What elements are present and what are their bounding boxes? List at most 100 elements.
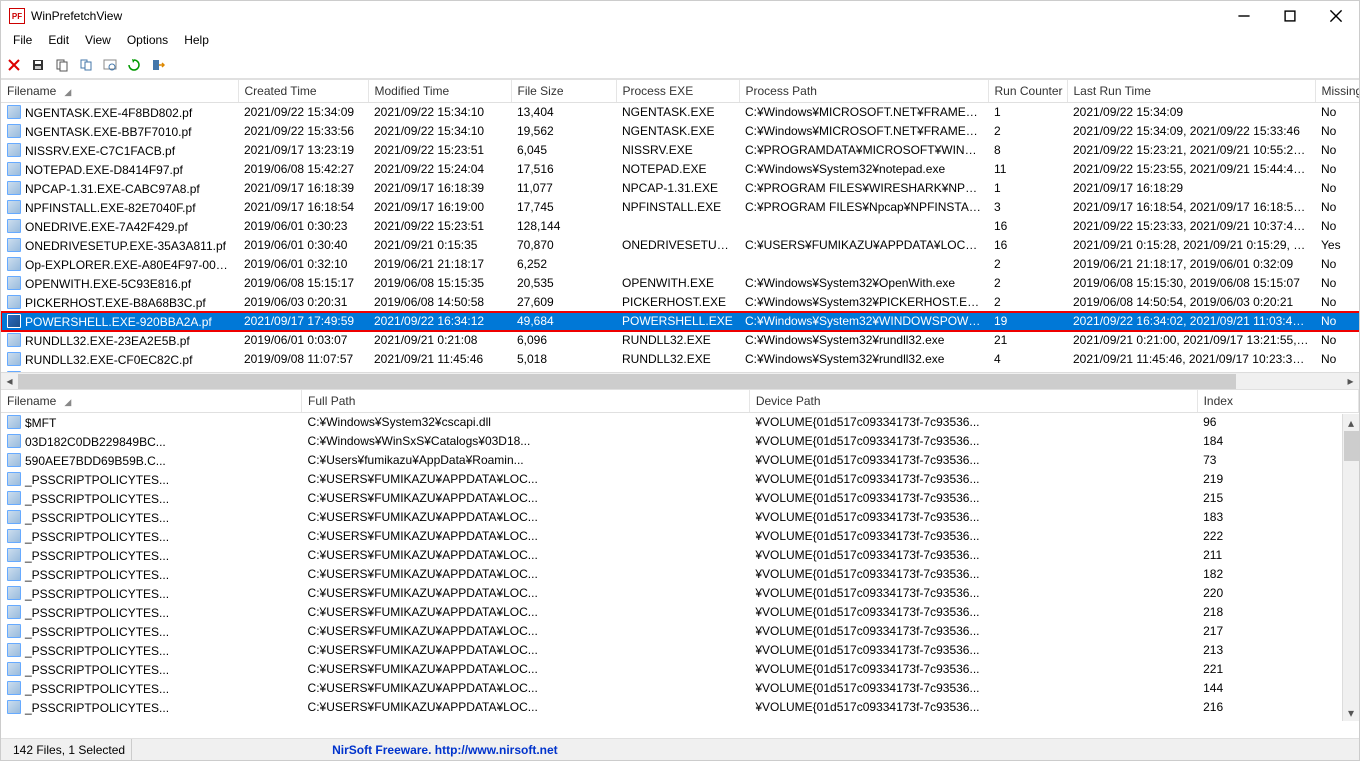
file-icon — [7, 333, 21, 347]
table-row[interactable]: _PSSCRIPTPOLICYTES...C:¥USERS¥FUMIKAZU¥A… — [1, 622, 1359, 641]
menu-view[interactable]: View — [77, 31, 119, 51]
col-filename[interactable]: Filename◢ — [1, 80, 238, 103]
cell: ¥VOLUME{01d517c09334173f-7c93536... — [749, 641, 1197, 660]
table-row[interactable]: _PSSCRIPTPOLICYTES...C:¥USERS¥FUMIKAZU¥A… — [1, 489, 1359, 508]
col-device-path[interactable]: Device Path — [749, 390, 1197, 413]
table-row[interactable]: NISSRV.EXE-C7C1FACB.pf2021/09/17 13:23:1… — [1, 141, 1359, 160]
cell: 03D182C0DB229849BC... — [1, 432, 302, 451]
table-row[interactable]: _PSSCRIPTPOLICYTES...C:¥USERS¥FUMIKAZU¥A… — [1, 679, 1359, 698]
cell: NGENTASK.EXE — [616, 103, 739, 122]
cell: NOTEPAD.EXE-D8414F97.pf — [1, 160, 238, 179]
file-icon — [7, 124, 21, 138]
cell: 2021/09/17 13:23:19 — [238, 141, 368, 160]
lower-vscrollbar[interactable]: ▴ ▾ — [1342, 414, 1359, 721]
table-row[interactable]: NGENTASK.EXE-BB7F7010.pf2021/09/22 15:33… — [1, 122, 1359, 141]
menu-file[interactable]: File — [5, 31, 40, 51]
titlebar[interactable]: PF WinPrefetchView — [1, 1, 1359, 31]
table-row[interactable]: _PSSCRIPTPOLICYTES...C:¥USERS¥FUMIKAZU¥A… — [1, 470, 1359, 489]
cell: 2021/09/22 15:34:09, 2021/09/22 15:33:46 — [1067, 122, 1315, 141]
cell: ¥VOLUME{01d517c09334173f-7c93536... — [749, 584, 1197, 603]
sort-asc-icon: ◢ — [64, 397, 71, 407]
cell: 2021/09/22 15:23:21, 2021/09/21 10:55:23… — [1067, 141, 1315, 160]
col-index[interactable]: Index — [1197, 390, 1358, 413]
scroll-up-icon[interactable]: ▴ — [1343, 414, 1359, 431]
cell: C:¥USERS¥FUMIKAZU¥APPDATA¥LOC... — [302, 470, 750, 489]
delete-icon[interactable] — [5, 56, 23, 74]
col-file-size[interactable]: File Size — [511, 80, 616, 103]
table-row[interactable]: RUNDLL32.EXE-CF0EC82C.pf2019/09/08 11:07… — [1, 350, 1359, 369]
cell: C:¥Windows¥System32¥OpenWith.exe — [739, 274, 988, 293]
cell: _PSSCRIPTPOLICYTES... — [1, 660, 302, 679]
col-modified-time[interactable]: Modified Time — [368, 80, 511, 103]
table-row[interactable]: _PSSCRIPTPOLICYTES...C:¥USERS¥FUMIKAZU¥A… — [1, 660, 1359, 679]
maximize-button[interactable] — [1267, 1, 1313, 31]
upper-hscrollbar[interactable]: ◂ ▸ — [1, 372, 1359, 389]
scroll-down-icon[interactable]: ▾ — [1343, 704, 1359, 721]
scroll-left-icon[interactable]: ◂ — [1, 373, 18, 390]
table-row[interactable]: $MFTC:¥Windows¥System32¥cscapi.dll¥VOLUM… — [1, 413, 1359, 432]
table-row[interactable]: NPCAP-1.31.EXE-CABC97A8.pf2021/09/17 16:… — [1, 179, 1359, 198]
cell: 128,144 — [511, 217, 616, 236]
cell: 21 — [988, 331, 1067, 350]
table-row[interactable]: ONEDRIVESETUP.EXE-35A3A811.pf2019/06/01 … — [1, 236, 1359, 255]
close-button[interactable] — [1313, 1, 1359, 31]
table-row[interactable]: OPENWITH.EXE-5C93E816.pf2019/06/08 15:15… — [1, 274, 1359, 293]
table-row[interactable]: NOTEPAD.EXE-D8414F97.pf2019/06/08 15:42:… — [1, 160, 1359, 179]
cell: NISSRV.EXE — [616, 141, 739, 160]
cell: C:¥Windows¥MICROSOFT.NET¥FRAMEWOR... — [739, 122, 988, 141]
scroll-right-icon[interactable]: ▸ — [1342, 373, 1359, 390]
save-icon[interactable] — [29, 56, 47, 74]
table-row[interactable]: _PSSCRIPTPOLICYTES...C:¥USERS¥FUMIKAZU¥A… — [1, 603, 1359, 622]
refresh-icon[interactable] — [125, 56, 143, 74]
col-process-exe[interactable]: Process EXE — [616, 80, 739, 103]
lower-table-wrap[interactable]: Filename◢Full PathDevice PathIndex $MFTC… — [1, 390, 1359, 738]
table-row[interactable]: ONEDRIVE.EXE-7A42F429.pf2019/06/01 0:30:… — [1, 217, 1359, 236]
cell: 2021/09/22 15:33:56 — [238, 122, 368, 141]
table-row[interactable]: _PSSCRIPTPOLICYTES...C:¥USERS¥FUMIKAZU¥A… — [1, 584, 1359, 603]
prefetch-list[interactable]: Filename◢Created TimeModified TimeFile S… — [1, 80, 1359, 372]
col-run-counter[interactable]: Run Counter — [988, 80, 1067, 103]
col-missing-process[interactable]: Missing Process — [1315, 80, 1359, 103]
table-row[interactable]: 03D182C0DB229849BC...C:¥Windows¥WinSxS¥C… — [1, 432, 1359, 451]
table-row[interactable]: _PSSCRIPTPOLICYTES...C:¥USERS¥FUMIKAZU¥A… — [1, 508, 1359, 527]
cell: 2019/06/21 21:18:17, 2019/06/01 0:32:09 — [1067, 255, 1315, 274]
files-list[interactable]: Filename◢Full PathDevice PathIndex $MFTC… — [1, 390, 1359, 717]
table-row[interactable]: _PSSCRIPTPOLICYTES...C:¥USERS¥FUMIKAZU¥A… — [1, 527, 1359, 546]
menu-options[interactable]: Options — [119, 31, 176, 51]
table-row[interactable]: NPFINSTALL.EXE-82E7040F.pf2021/09/17 16:… — [1, 198, 1359, 217]
credit-link[interactable]: NirSoft Freeware. http://www.nirsoft.net — [332, 743, 558, 757]
file-icon — [7, 681, 21, 695]
cell: PICKERHOST.EXE-B8A68B3C.pf — [1, 293, 238, 312]
minimize-button[interactable] — [1221, 1, 1267, 31]
menu-edit[interactable]: Edit — [40, 31, 77, 51]
upper-table-wrap[interactable]: Filename◢Created TimeModified TimeFile S… — [1, 80, 1359, 372]
cell: No — [1315, 160, 1359, 179]
exit-icon[interactable] — [149, 56, 167, 74]
table-row[interactable]: POWERSHELL.EXE-920BBA2A.pf2021/09/17 17:… — [1, 312, 1359, 331]
menu-help[interactable]: Help — [176, 31, 217, 51]
table-row[interactable]: NGENTASK.EXE-4F8BD802.pf2021/09/22 15:34… — [1, 103, 1359, 122]
find-icon[interactable] — [101, 56, 119, 74]
col-filename[interactable]: Filename◢ — [1, 390, 302, 413]
cell: ¥VOLUME{01d517c09334173f-7c93536... — [749, 565, 1197, 584]
cell: 2021/09/22 15:23:51 — [368, 217, 511, 236]
col-created-time[interactable]: Created Time — [238, 80, 368, 103]
copy-icon[interactable] — [53, 56, 71, 74]
cell: C:¥USERS¥FUMIKAZU¥APPDATA¥LOC... — [302, 603, 750, 622]
table-row[interactable]: _PSSCRIPTPOLICYTES...C:¥USERS¥FUMIKAZU¥A… — [1, 698, 1359, 717]
table-row[interactable]: _PSSCRIPTPOLICYTES...C:¥USERS¥FUMIKAZU¥A… — [1, 641, 1359, 660]
properties-icon[interactable] — [77, 56, 95, 74]
table-row[interactable]: _PSSCRIPTPOLICYTES...C:¥USERS¥FUMIKAZU¥A… — [1, 546, 1359, 565]
col-last-run-time[interactable]: Last Run Time — [1067, 80, 1315, 103]
cell: ONEDRIVESETUP.EXE — [616, 236, 739, 255]
table-row[interactable]: Op-EXPLORER.EXE-A80E4F97-000000F...2019/… — [1, 255, 1359, 274]
col-process-path[interactable]: Process Path — [739, 80, 988, 103]
table-row[interactable]: PICKERHOST.EXE-B8A68B3C.pf2019/06/03 0:2… — [1, 293, 1359, 312]
table-row[interactable]: 590AEE7BDD69B59B.C...C:¥Users¥fumikazu¥A… — [1, 451, 1359, 470]
col-full-path[interactable]: Full Path — [302, 390, 750, 413]
table-row[interactable]: _PSSCRIPTPOLICYTES...C:¥USERS¥FUMIKAZU¥A… — [1, 565, 1359, 584]
table-row[interactable]: RUNDLL32.EXE-23EA2E5B.pf2019/06/01 0:03:… — [1, 331, 1359, 350]
cell: _PSSCRIPTPOLICYTES... — [1, 489, 302, 508]
cell: No — [1315, 198, 1359, 217]
status-text: 142 Files, 1 Selected — [7, 739, 132, 760]
